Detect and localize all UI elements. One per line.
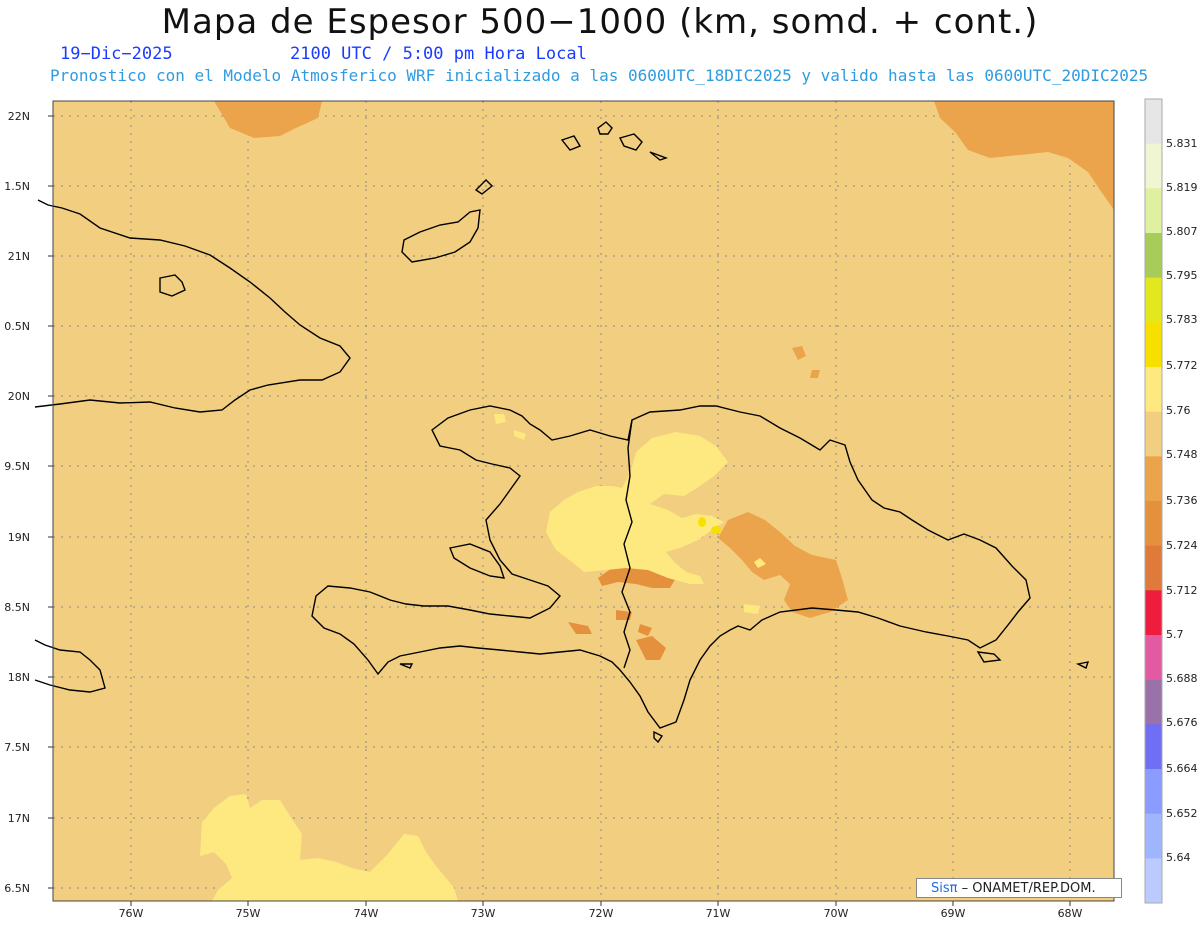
- lon-label: 70W: [823, 907, 849, 920]
- lon-label: 71W: [705, 907, 731, 920]
- colorbar-swatch: [1145, 769, 1162, 815]
- colorbar-swatch: [1145, 679, 1162, 725]
- colorbar-swatch: [1145, 590, 1162, 636]
- colorbar-swatch: [1145, 367, 1162, 413]
- lon-label: 68W: [1057, 907, 1083, 920]
- colorbar-swatch: [1145, 277, 1162, 323]
- thickness-map: [34, 98, 1163, 906]
- colorbar-label: 5.748: [1166, 448, 1198, 461]
- colorbar: [1144, 98, 1163, 904]
- lat-label: 7.5N: [4, 741, 30, 754]
- colorbar-swatch: [1145, 858, 1162, 904]
- lat-label: 9.5N: [4, 460, 30, 473]
- credit-box: Sisπ – ONAMET/REP.DOM.: [916, 878, 1122, 898]
- colorbar-label: 5.7: [1166, 628, 1184, 641]
- colorbar-swatch: [1145, 545, 1162, 591]
- lon-label: 72W: [588, 907, 614, 920]
- lon-label: 69W: [940, 907, 966, 920]
- lon-label: 73W: [470, 907, 496, 920]
- colorbar-label: 5.795: [1166, 269, 1198, 282]
- colorbar-label: 5.819: [1166, 181, 1198, 194]
- lon-label: 76W: [118, 907, 144, 920]
- colorbar-label: 5.688: [1166, 672, 1198, 685]
- colorbar-swatch: [1145, 635, 1162, 681]
- lat-label: 17N: [7, 812, 30, 825]
- colorbar-swatch: [1145, 99, 1162, 145]
- colorbar-label: 5.736: [1166, 494, 1198, 507]
- colorbar-label: 5.783: [1166, 313, 1198, 326]
- lat-label: 19N: [7, 531, 30, 544]
- colorbar-swatch: [1145, 322, 1162, 368]
- credit-brand: Sisπ: [931, 881, 958, 896]
- colorbar-swatch: [1145, 724, 1162, 770]
- lon-label: 74W: [353, 907, 379, 920]
- lon-label: 75W: [235, 907, 261, 920]
- colorbar-label: 5.76: [1166, 404, 1191, 417]
- lat-label: 20N: [7, 390, 30, 403]
- colorbar-swatch: [1145, 143, 1162, 189]
- colorbar-label: 5.64: [1166, 851, 1191, 864]
- colorbar-label: 5.724: [1166, 539, 1198, 552]
- colorbar-label: 5.831: [1166, 137, 1198, 150]
- colorbar-swatch: [1145, 411, 1162, 457]
- colorbar-label: 5.772: [1166, 359, 1198, 372]
- colorbar-swatch: [1145, 813, 1162, 859]
- colorbar-label: 5.807: [1166, 225, 1198, 238]
- colorbar-label: 5.664: [1166, 762, 1198, 775]
- colorbar-swatch: [1145, 501, 1162, 547]
- colorbar-label: 5.652: [1166, 807, 1198, 820]
- lat-label: 21N: [7, 250, 30, 263]
- lat-label: 8.5N: [4, 601, 30, 614]
- lat-label: 0.5N: [4, 320, 30, 333]
- colorbar-label: 5.676: [1166, 716, 1198, 729]
- lat-label: 18N: [7, 671, 30, 684]
- colorbar-swatch: [1145, 188, 1162, 234]
- lat-label: 6.5N: [4, 882, 30, 895]
- credit-text: – ONAMET/REP.DOM.: [961, 881, 1096, 896]
- lat-label: 22N: [7, 110, 30, 123]
- colorbar-swatch: [1145, 456, 1162, 502]
- colorbar-label: 5.712: [1166, 584, 1198, 597]
- lat-label: 1.5N: [4, 180, 30, 193]
- colorbar-swatch: [1145, 233, 1162, 279]
